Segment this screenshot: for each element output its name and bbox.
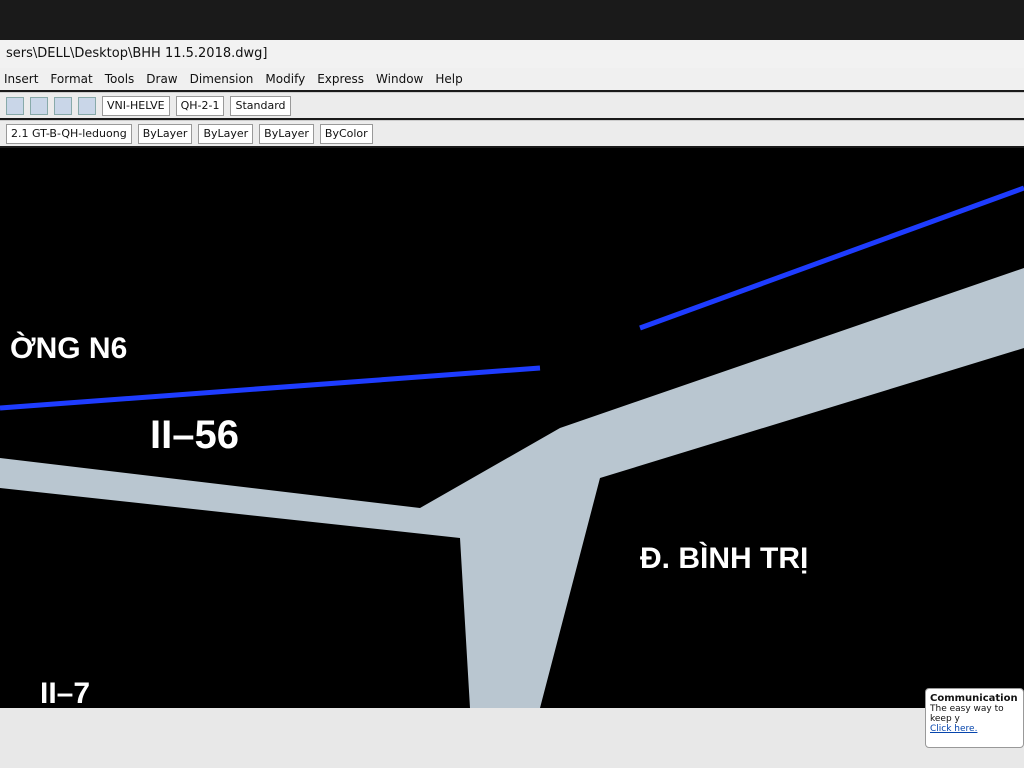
menu-insert[interactable]: Insert bbox=[4, 68, 38, 90]
window-title: sers\DELL\Desktop\BHH 11.5.2018.dwg] bbox=[0, 40, 1024, 68]
menu-draw[interactable]: Draw bbox=[146, 68, 177, 90]
menu-tools[interactable]: Tools bbox=[105, 68, 135, 90]
menu-express[interactable]: Express bbox=[317, 68, 364, 90]
plotstyle-select[interactable]: ByColor bbox=[319, 123, 373, 144]
standard-toolbar: VNI-HELVE QH-2-1 Standard bbox=[0, 92, 1024, 118]
menu-modify[interactable]: Modify bbox=[265, 68, 305, 90]
menu-format[interactable]: Format bbox=[50, 68, 92, 90]
layer-select[interactable]: 2.1 GT-B-QH-leduong bbox=[6, 123, 132, 144]
menu-window[interactable]: Window bbox=[376, 68, 423, 90]
tool-icon[interactable] bbox=[30, 96, 48, 115]
text-style-select[interactable]: VNI-HELVE bbox=[102, 95, 170, 116]
block-label-1156: II–56 bbox=[150, 413, 239, 457]
table-style-select[interactable]: Standard bbox=[230, 95, 291, 116]
drawing-canvas[interactable]: ỜNG N6 II–56 Đ. BÌNH TRỊ II–7 bbox=[0, 148, 1024, 708]
menu-bar: Insert Format Tools Draw Dimension Modif… bbox=[0, 68, 1024, 90]
pipe-line bbox=[0, 365, 541, 411]
linetype-select[interactable]: ByLayer bbox=[198, 123, 254, 144]
drawing-svg: ỜNG N6 II–56 Đ. BÌNH TRỊ II–7 bbox=[0, 185, 1024, 708]
color-select[interactable]: ByLayer bbox=[137, 123, 193, 144]
tool-icon[interactable] bbox=[6, 96, 24, 115]
status-bar bbox=[0, 708, 1024, 768]
street-label-n6: ỜNG N6 bbox=[10, 331, 127, 365]
road-surface bbox=[0, 268, 1024, 708]
street-label-binh-tri: Đ. BÌNH TRỊ bbox=[640, 541, 808, 575]
block-label-ii7: II–7 bbox=[40, 677, 90, 708]
notification-link[interactable]: Click here. bbox=[930, 724, 1019, 734]
menu-dimension[interactable]: Dimension bbox=[190, 68, 254, 90]
properties-toolbar: 2.1 GT-B-QH-leduong ByLayer ByLayer ByLa… bbox=[0, 120, 1024, 146]
menu-help[interactable]: Help bbox=[435, 68, 462, 90]
notification-title: Communication bbox=[930, 693, 1018, 704]
dim-style-select[interactable]: QH-2-1 bbox=[175, 95, 225, 116]
help-icon[interactable] bbox=[78, 96, 96, 115]
lineweight-select[interactable]: ByLayer bbox=[259, 123, 314, 144]
tool-icon[interactable] bbox=[54, 96, 72, 115]
notification-body: The easy way to keep y bbox=[930, 704, 1004, 724]
notification-balloon[interactable]: Communication The easy way to keep y Cli… bbox=[925, 688, 1024, 748]
